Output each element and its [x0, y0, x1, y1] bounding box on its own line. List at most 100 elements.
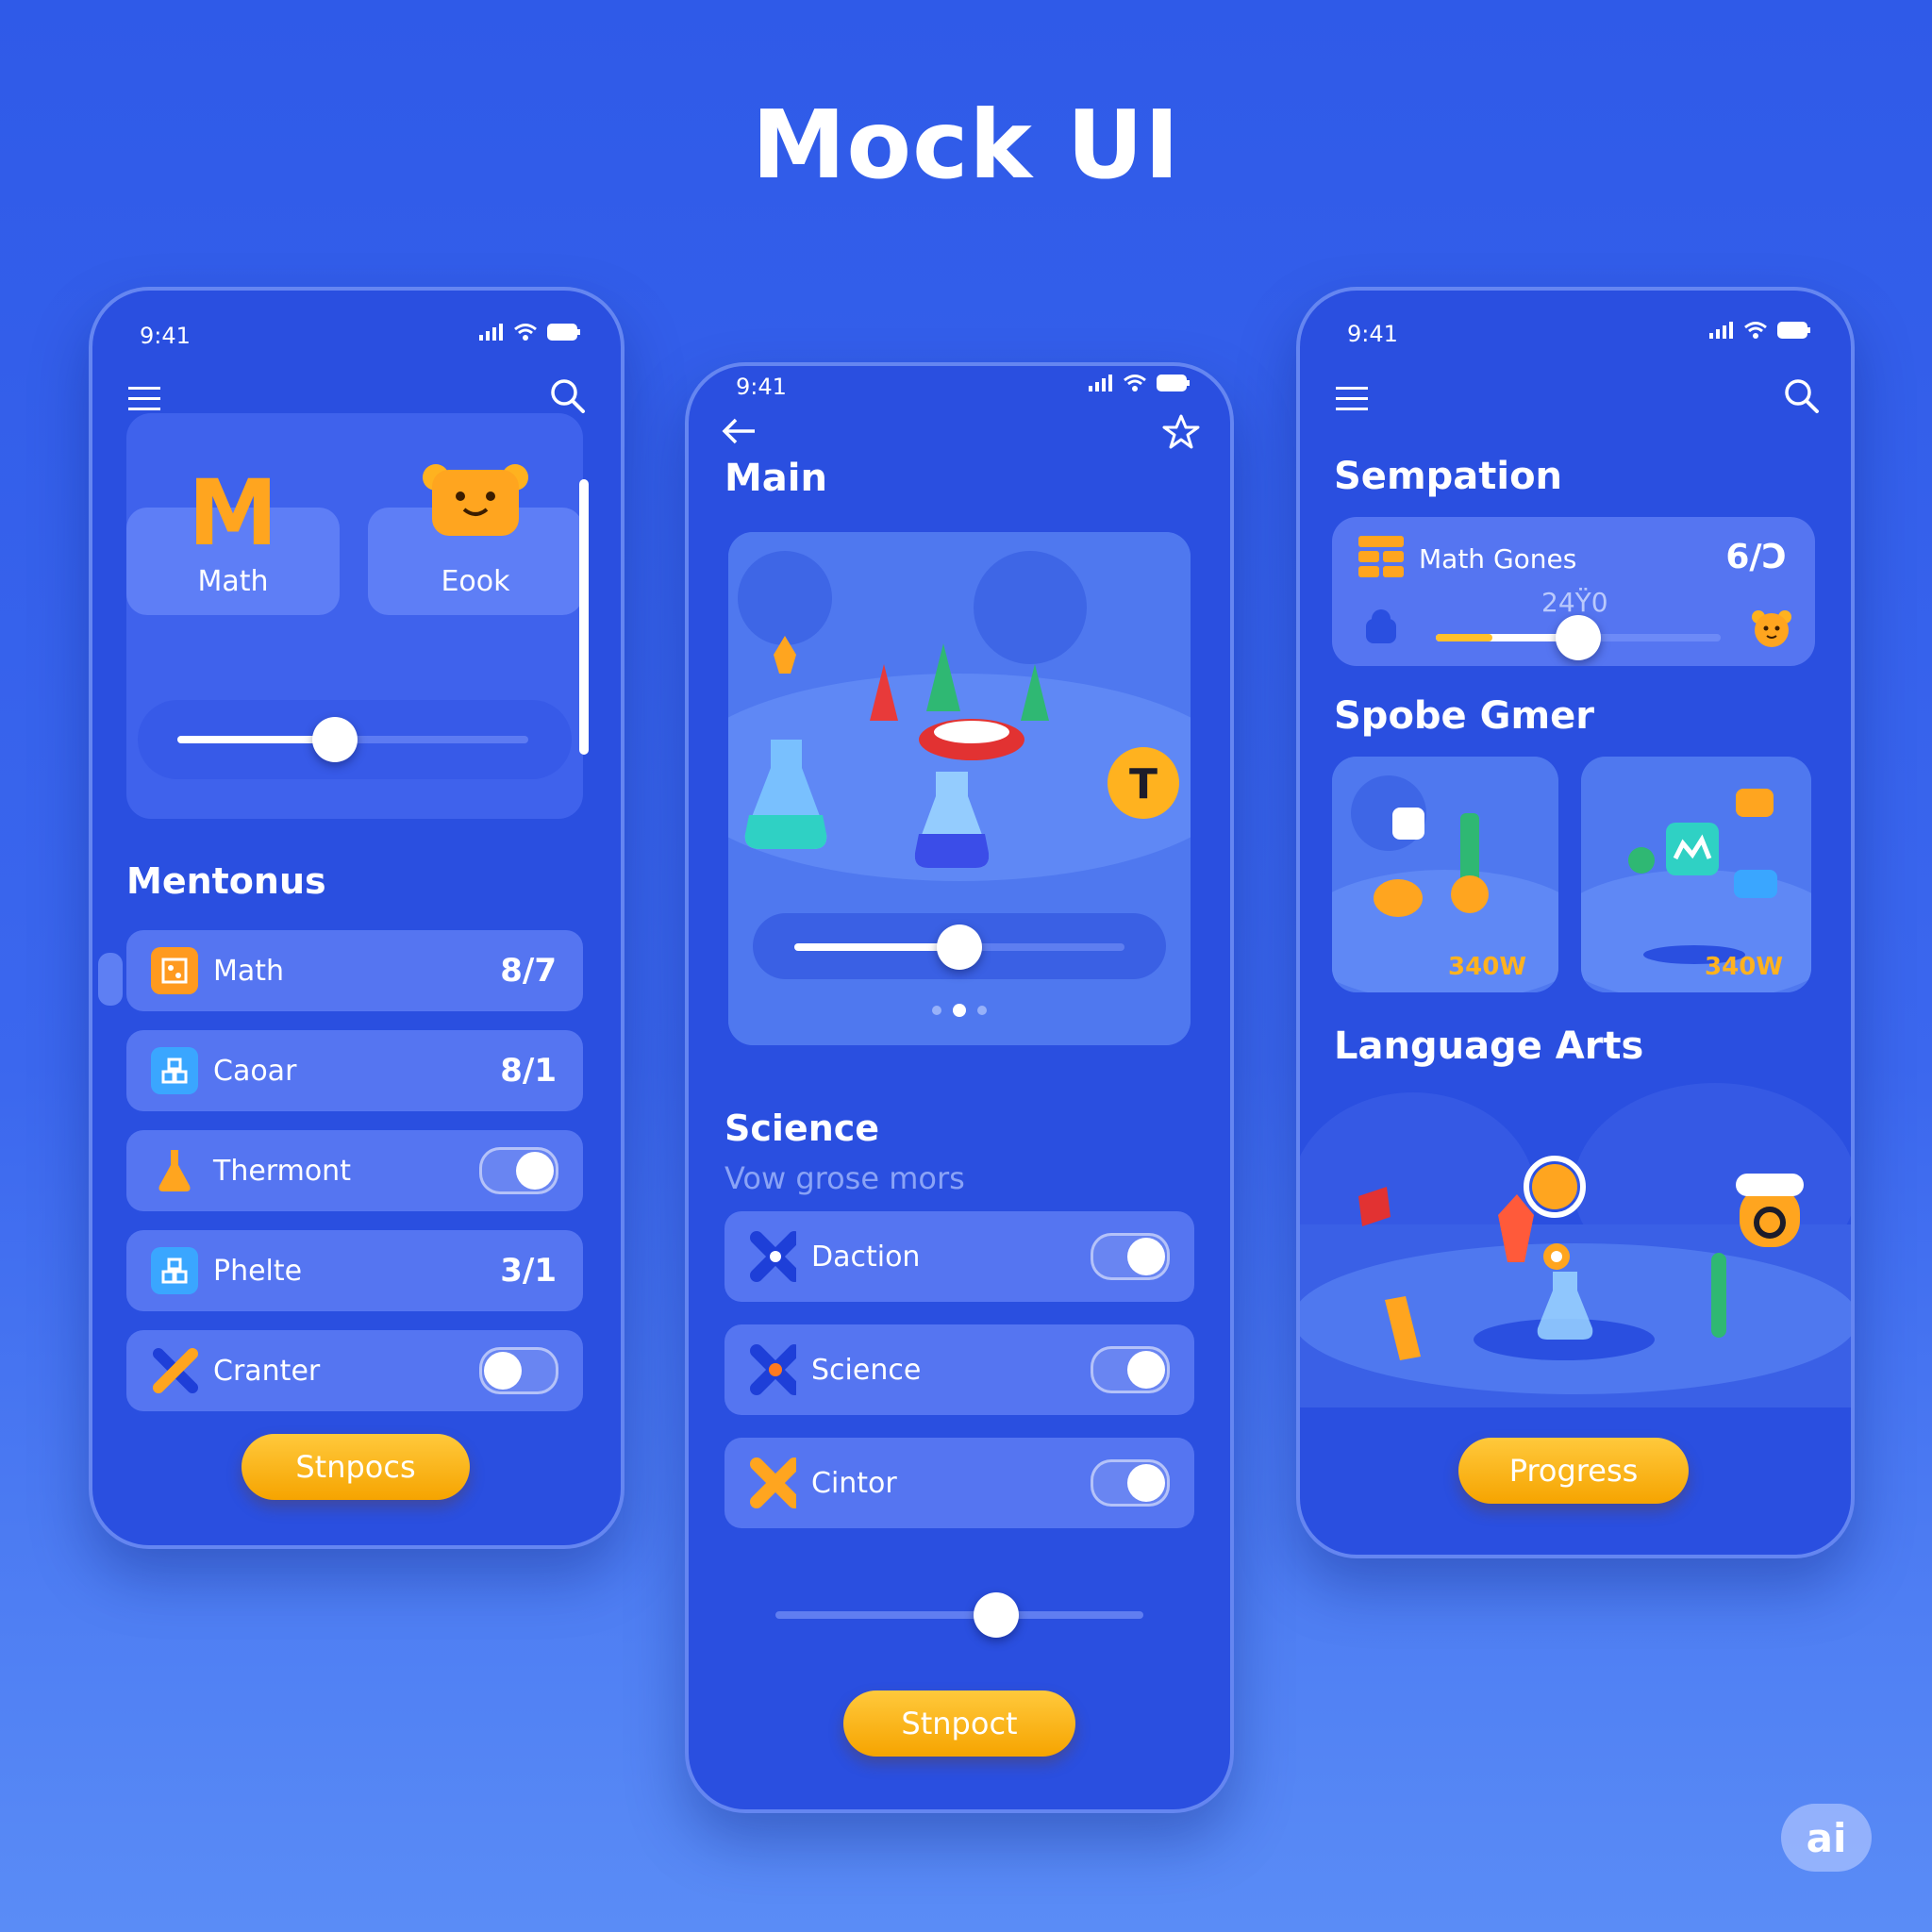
science-toggle[interactable]	[1091, 1346, 1170, 1393]
list-item-daction[interactable]: Daction	[724, 1211, 1194, 1302]
letter-m-icon: M	[188, 460, 278, 566]
progress-label: Math Gones	[1419, 543, 1577, 575]
game-card-label: 340W	[1448, 953, 1526, 981]
list-item-label: Cranter	[213, 1354, 321, 1388]
progress-value: 6/Ɔ	[1725, 538, 1787, 576]
list-item-phelte[interactable]: Phelte 3/1	[126, 1230, 583, 1311]
bear-face-icon	[423, 464, 528, 536]
cross-icon	[749, 1231, 796, 1282]
signal-icon	[1089, 375, 1112, 391]
carousel-dot[interactable]	[953, 1004, 966, 1017]
media-slider[interactable]	[794, 924, 1124, 970]
status-bar: 9:41	[689, 368, 1230, 406]
primary-cta-button[interactable]: Stnpoct	[843, 1690, 1075, 1757]
progress-slider[interactable]	[1436, 615, 1721, 660]
thermont-toggle[interactable]	[479, 1147, 558, 1194]
star-icon[interactable]	[1162, 413, 1200, 451]
wifi-icon	[1744, 322, 1767, 339]
list-item-value: 8/1	[500, 1052, 557, 1090]
cranter-toggle[interactable]	[479, 1347, 558, 1394]
tile-eook[interactable]: Eook	[368, 464, 583, 615]
wifi-icon	[514, 324, 537, 341]
signal-icon	[479, 324, 503, 341]
status-bar: 9:41	[92, 317, 621, 355]
list-item-label: Cintor	[811, 1466, 897, 1500]
signal-icon	[1709, 322, 1733, 339]
tile-label: Eook	[441, 565, 510, 598]
list-item-label: Math	[213, 954, 285, 988]
bars-icon	[1358, 536, 1404, 577]
section-title: Sempation	[1334, 455, 1563, 498]
list-item-cintor[interactable]: Cintor	[724, 1438, 1194, 1528]
status-time: 9:41	[736, 374, 787, 400]
list-item-cranter[interactable]: Cranter	[126, 1330, 583, 1411]
section-title: Mentonus	[126, 860, 326, 902]
list-item-value: 3/1	[500, 1252, 557, 1290]
list-item-value: 8/7	[500, 952, 557, 990]
puzzle-icon	[1366, 609, 1396, 643]
section-subtitle: Vow grose mors	[724, 1160, 965, 1196]
back-arrow-icon[interactable]	[721, 415, 758, 447]
game-card[interactable]: 340W	[1332, 757, 1558, 992]
list-item-label: Science	[811, 1353, 922, 1387]
section-title: Language Arts	[1334, 1024, 1644, 1068]
carousel-dot[interactable]	[977, 1006, 987, 1015]
search-icon[interactable]	[549, 377, 587, 415]
battery-icon	[1157, 375, 1190, 391]
primary-cta-button[interactable]: Stnpocs	[242, 1434, 470, 1500]
blocks-icon	[151, 1247, 198, 1294]
battery-icon	[1777, 322, 1810, 339]
watermark-badge: ai	[1781, 1804, 1872, 1872]
search-icon[interactable]	[1783, 377, 1821, 415]
status-bar: 9:41	[1300, 315, 1851, 353]
cross-icon	[749, 1344, 796, 1395]
phone-screen-main: 9:41 Main T Science Vow grose mors Dacti…	[685, 362, 1234, 1813]
tile-label: Math	[197, 565, 269, 598]
hero-slider[interactable]	[177, 717, 528, 762]
status-time: 9:41	[140, 323, 191, 349]
scrollbar[interactable]	[579, 479, 589, 755]
tile-math[interactable]: M Math	[126, 460, 340, 615]
phone-screen-categories: 9:41 M Math Eook Mentonus Math 8/7 Caoar	[89, 287, 625, 1549]
badge-letter: T	[1129, 760, 1158, 808]
cross-icon	[151, 1347, 198, 1394]
carousel-dots[interactable]	[932, 1004, 987, 1017]
status-time: 9:41	[1347, 321, 1398, 347]
cintor-toggle[interactable]	[1091, 1459, 1170, 1507]
status-icons	[1709, 321, 1811, 340]
screen-title: Main	[724, 457, 827, 500]
status-icons	[479, 323, 581, 341]
section-title: Science	[724, 1108, 880, 1149]
progress-card[interactable]: Math Gones 6/Ɔ 24Ÿ0	[1332, 517, 1815, 666]
language-arts-illustration	[1300, 1083, 1851, 1407]
page-headline: Mock UI	[751, 90, 1181, 200]
menu-icon[interactable]	[128, 385, 162, 413]
bear-face-icon	[1752, 610, 1791, 647]
list-item-label: Daction	[811, 1240, 921, 1274]
list-item-math[interactable]: Math 8/7	[126, 930, 583, 1011]
menu-icon[interactable]	[1336, 385, 1370, 413]
list-item-label: Thermont	[213, 1154, 351, 1188]
game-card[interactable]: 340W	[1581, 757, 1811, 992]
list-side-indicator	[98, 953, 123, 1006]
bottom-slider[interactable]	[775, 1592, 1143, 1638]
list-item-thermont[interactable]: Thermont	[126, 1130, 583, 1211]
daction-toggle[interactable]	[1091, 1233, 1170, 1280]
hero-card: M Math Eook	[126, 413, 583, 819]
list-item-label: Phelte	[213, 1254, 303, 1288]
phone-screen-progress: 9:41 Sempation Math Gones 6/Ɔ 24Ÿ0 Spobe…	[1296, 287, 1855, 1558]
list-item-label: Caoar	[213, 1054, 297, 1088]
carousel-dot[interactable]	[932, 1006, 941, 1015]
list-item-science[interactable]: Science	[724, 1324, 1194, 1415]
game-card-label: 340W	[1705, 953, 1783, 981]
blocks-icon	[151, 1047, 198, 1094]
battery-icon	[547, 324, 580, 341]
wifi-icon	[1124, 375, 1146, 391]
status-icons	[1089, 374, 1191, 392]
progress-cta-button[interactable]: Progress	[1458, 1438, 1689, 1504]
abacus-icon	[151, 947, 198, 994]
section-title: Spobe Gmer	[1334, 694, 1594, 738]
list-item-caoar[interactable]: Caoar 8/1	[126, 1030, 583, 1111]
progress-sub-value: 24Ÿ0	[1541, 587, 1608, 618]
media-card: T	[728, 532, 1191, 1045]
